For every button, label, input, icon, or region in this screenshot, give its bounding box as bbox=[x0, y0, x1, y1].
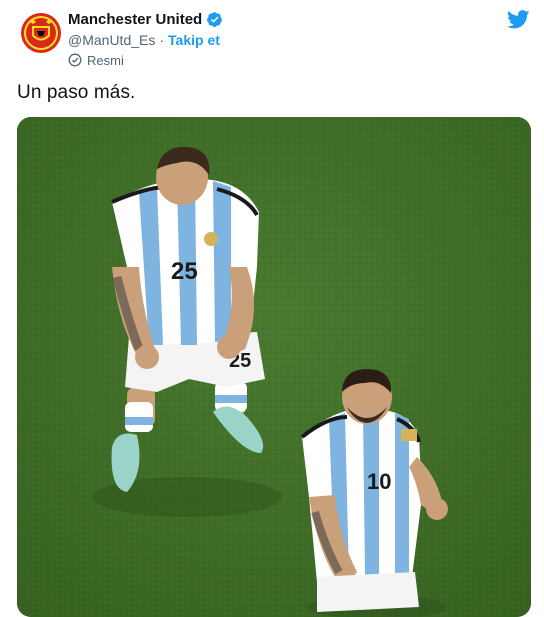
shirt-number-right: 10 bbox=[367, 469, 391, 494]
tweet-text: Un paso más. bbox=[17, 82, 136, 103]
separator: · bbox=[159, 32, 165, 48]
tweet-header: Manchester United @ManUtd_Es · Takip et … bbox=[68, 9, 223, 69]
official-badge: Resmi bbox=[68, 51, 223, 69]
display-name[interactable]: Manchester United bbox=[68, 11, 202, 28]
follow-button[interactable]: Takip et bbox=[168, 32, 220, 48]
official-check-icon bbox=[68, 53, 82, 67]
twitter-bird-icon[interactable] bbox=[507, 10, 530, 29]
verified-badge-icon bbox=[207, 11, 223, 27]
tweet-card: Manchester United @ManUtd_Es · Takip et … bbox=[0, 0, 544, 617]
name-row: Manchester United bbox=[68, 9, 223, 29]
club-crest-icon bbox=[21, 13, 61, 53]
photo-image: 25 25 10 bbox=[17, 117, 531, 617]
handle-row: @ManUtd_Es · Takip et bbox=[68, 30, 223, 50]
shirt-number-left: 25 bbox=[171, 258, 198, 285]
handle[interactable]: @ManUtd_Es bbox=[68, 32, 155, 48]
tweet-photo[interactable]: 25 25 10 bbox=[17, 117, 531, 617]
avatar[interactable] bbox=[20, 12, 62, 54]
official-badge-label: Resmi bbox=[87, 52, 124, 68]
